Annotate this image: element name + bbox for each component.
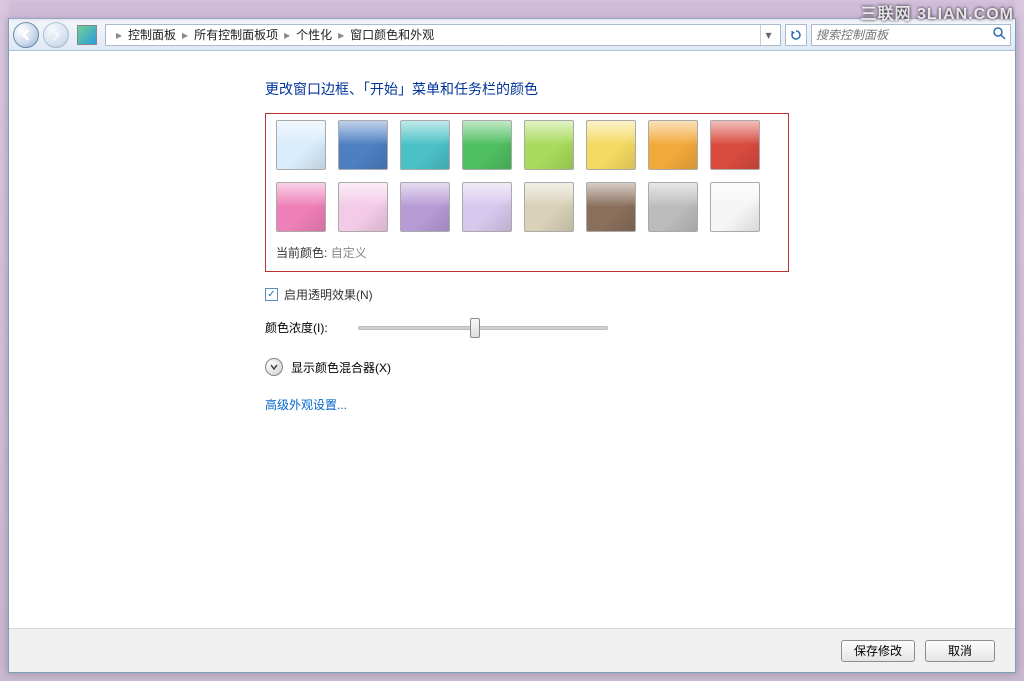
breadcrumb-item[interactable]: 所有控制面板项 bbox=[194, 26, 278, 43]
slider-thumb[interactable] bbox=[470, 318, 480, 338]
swatch-row bbox=[276, 182, 778, 232]
color-swatch[interactable] bbox=[462, 182, 512, 232]
color-swatch[interactable] bbox=[400, 182, 450, 232]
color-swatch[interactable] bbox=[338, 182, 388, 232]
transparency-row: ✓ 启用透明效果(N) bbox=[265, 286, 1015, 303]
color-swatch[interactable] bbox=[524, 182, 574, 232]
mixer-label: 显示颜色混合器(X) bbox=[291, 359, 391, 376]
watermark-text: 三联网 3LIAN.COM bbox=[861, 0, 1014, 24]
breadcrumb-item[interactable]: 控制面板 bbox=[128, 26, 176, 43]
back-button[interactable] bbox=[13, 22, 39, 48]
search-box[interactable] bbox=[811, 24, 1011, 46]
refresh-button[interactable] bbox=[785, 24, 807, 46]
intensity-slider[interactable] bbox=[358, 326, 608, 330]
color-mixer-expander[interactable]: 显示颜色混合器(X) bbox=[265, 358, 1015, 376]
swatch-row bbox=[276, 120, 778, 170]
search-icon[interactable] bbox=[993, 27, 1006, 43]
color-swatch[interactable] bbox=[648, 120, 698, 170]
intensity-label: 颜色浓度(I): bbox=[265, 319, 328, 336]
color-swatch[interactable] bbox=[400, 120, 450, 170]
color-swatch[interactable] bbox=[710, 182, 760, 232]
search-input[interactable] bbox=[816, 28, 993, 42]
breadcrumb[interactable]: ▸ 控制面板 ▸ 所有控制面板项 ▸ 个性化 ▸ 窗口颜色和外观 ▾ bbox=[105, 24, 781, 46]
save-button[interactable]: 保存修改 bbox=[841, 640, 915, 662]
forward-button[interactable] bbox=[43, 22, 69, 48]
color-swatch[interactable] bbox=[276, 120, 326, 170]
color-swatch[interactable] bbox=[586, 120, 636, 170]
current-color-label: 当前颜色: 自定义 bbox=[276, 244, 778, 261]
color-swatch[interactable] bbox=[586, 182, 636, 232]
control-panel-icon bbox=[77, 25, 97, 45]
chevron-down-icon[interactable] bbox=[265, 358, 283, 376]
footer-bar: 保存修改 取消 bbox=[9, 628, 1015, 672]
color-swatch-panel: 当前颜色: 自定义 bbox=[265, 113, 789, 272]
intensity-row: 颜色浓度(I): bbox=[265, 319, 1015, 336]
breadcrumb-item[interactable]: 个性化 bbox=[296, 26, 332, 43]
breadcrumb-item[interactable]: 窗口颜色和外观 bbox=[350, 26, 434, 43]
color-swatch[interactable] bbox=[462, 120, 512, 170]
cancel-button[interactable]: 取消 bbox=[925, 640, 995, 662]
color-swatch[interactable] bbox=[524, 120, 574, 170]
breadcrumb-dropdown-icon[interactable]: ▾ bbox=[760, 25, 776, 45]
color-swatch[interactable] bbox=[276, 182, 326, 232]
window-frame: ▸ 控制面板 ▸ 所有控制面板项 ▸ 个性化 ▸ 窗口颜色和外观 ▾ 更改窗口边… bbox=[8, 18, 1016, 673]
color-swatch[interactable] bbox=[648, 182, 698, 232]
content-area: 更改窗口边框、「开始」菜单和任务栏的颜色 当前颜色: 自定义 ✓ 启用透明效果(… bbox=[9, 51, 1015, 628]
advanced-appearance-link[interactable]: 高级外观设置... bbox=[265, 396, 347, 413]
transparency-checkbox[interactable]: ✓ bbox=[265, 288, 278, 301]
color-swatch[interactable] bbox=[710, 120, 760, 170]
transparency-label: 启用透明效果(N) bbox=[284, 286, 373, 303]
page-title: 更改窗口边框、「开始」菜单和任务栏的颜色 bbox=[265, 79, 1015, 99]
current-color-value: 自定义 bbox=[331, 246, 367, 260]
color-swatch[interactable] bbox=[338, 120, 388, 170]
